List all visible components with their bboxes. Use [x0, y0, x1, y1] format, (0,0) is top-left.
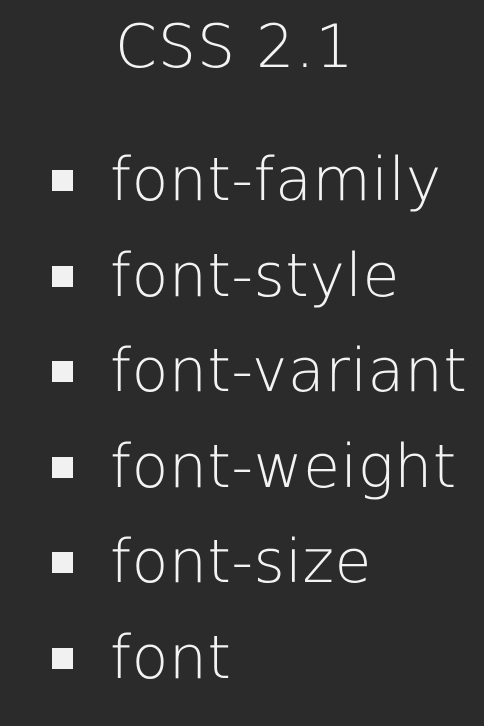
list-item-label: font-variant	[110, 336, 468, 406]
square-bullet-icon	[52, 456, 73, 478]
square-bullet-icon	[52, 647, 73, 669]
list-item-label: font-weight	[110, 431, 457, 502]
list-item-label: font-family	[110, 145, 442, 215]
list-item-label: font-size	[110, 527, 372, 597]
list-item-label: font-style	[110, 240, 400, 311]
square-bullet-icon	[52, 265, 73, 287]
square-bullet-icon	[52, 361, 73, 382]
list-item-label: font	[110, 622, 232, 693]
slide-title: CSS 2.1	[115, 12, 355, 82]
slide: CSS 2.1 font-family font-style font-vari…	[0, 0, 484, 726]
square-bullet-icon	[52, 170, 73, 191]
square-bullet-icon	[52, 552, 73, 573]
